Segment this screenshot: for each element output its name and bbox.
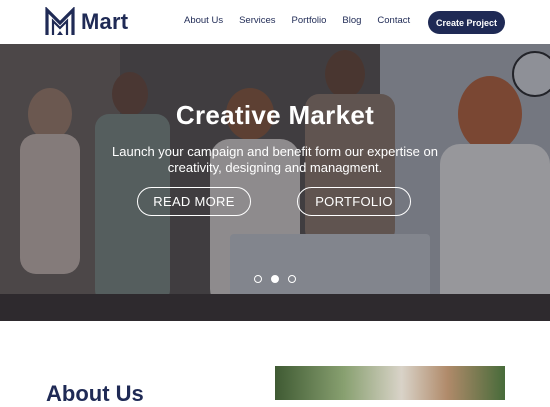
nav-portfolio[interactable]: Portfolio [292, 15, 327, 26]
portfolio-button[interactable]: PORTFOLIO [297, 187, 411, 216]
slider-dots [254, 275, 296, 283]
nav-blog[interactable]: Blog [342, 15, 361, 26]
brand-logo[interactable]: Mart [45, 6, 128, 38]
brand-name: Mart [81, 9, 129, 34]
mart-logo-icon [45, 7, 75, 35]
about-heading: About Us [46, 381, 144, 406]
hero-subtitle: Launch your campaign and benefit form ou… [112, 144, 438, 175]
slider-dot-2[interactable] [271, 275, 279, 283]
nav-services[interactable]: Services [239, 15, 275, 26]
read-more-button[interactable]: READ MORE [137, 187, 251, 216]
slider-dot-3[interactable] [288, 275, 296, 283]
main-menu: About Us Services Portfolio Blog Contact [184, 15, 426, 26]
create-project-button[interactable]: Create Project [428, 11, 505, 34]
nav-contact[interactable]: Contact [377, 15, 410, 26]
hero-slider: Creative Market Launch your campaign and… [0, 44, 550, 321]
hero-title: Creative Market [175, 100, 375, 130]
slider-dot-1[interactable] [254, 275, 262, 283]
nav-about-us[interactable]: About Us [184, 15, 223, 26]
top-navbar: Mart About Us Services Portfolio Blog Co… [0, 0, 550, 44]
about-image [275, 366, 505, 400]
